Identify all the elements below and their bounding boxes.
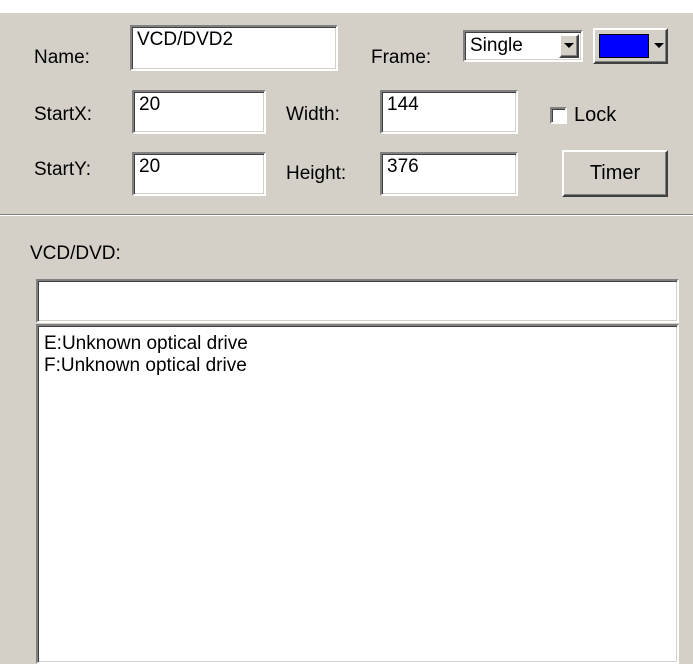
lock-checkbox[interactable]: [550, 107, 567, 124]
chevron-down-icon: [564, 43, 574, 48]
list-item[interactable]: E:Unknown optical drive: [38, 333, 677, 355]
color-picker-button[interactable]: [593, 28, 668, 64]
timer-button-label: Timer: [589, 162, 641, 184]
startx-label: StartX:: [34, 104, 93, 125]
width-input[interactable]: [382, 92, 516, 116]
color-swatch: [599, 34, 649, 58]
starty-field-frame: [132, 152, 266, 196]
list-item[interactable]: F:Unknown optical drive: [38, 355, 677, 377]
drive-list[interactable]: E:Unknown optical drive F:Unknown optica…: [36, 324, 679, 664]
width-field-frame: [380, 90, 518, 134]
section-divider: [0, 214, 693, 216]
width-label: Width:: [286, 104, 340, 125]
properties-panel: Name: Frame: Single StartX: Width: Lock …: [0, 13, 693, 664]
startx-input[interactable]: [134, 92, 264, 116]
chevron-down-icon: [654, 43, 664, 48]
timer-button[interactable]: Timer: [562, 150, 668, 197]
starty-label: StartY:: [34, 159, 92, 180]
startx-field-frame: [132, 90, 266, 134]
name-input[interactable]: [132, 27, 336, 51]
frame-select-value: Single: [470, 35, 523, 56]
drive-path-field-frame: [36, 279, 679, 323]
name-label: Name:: [34, 47, 90, 68]
lock-label: Lock: [574, 104, 617, 126]
drive-path-input[interactable]: [38, 281, 677, 305]
frame-dropdown-button[interactable]: [559, 34, 579, 58]
name-field-frame: [130, 25, 338, 71]
height-input[interactable]: [382, 154, 516, 178]
height-field-frame: [380, 152, 518, 196]
starty-input[interactable]: [134, 154, 264, 178]
height-label: Height:: [286, 163, 347, 184]
frame-select[interactable]: Single: [463, 30, 583, 62]
drive-list-items: E:Unknown optical drive F:Unknown optica…: [38, 333, 677, 377]
drives-section-label: VCD/DVD:: [30, 243, 121, 264]
frame-label: Frame:: [371, 47, 432, 68]
window-top-strip: [0, 0, 693, 13]
